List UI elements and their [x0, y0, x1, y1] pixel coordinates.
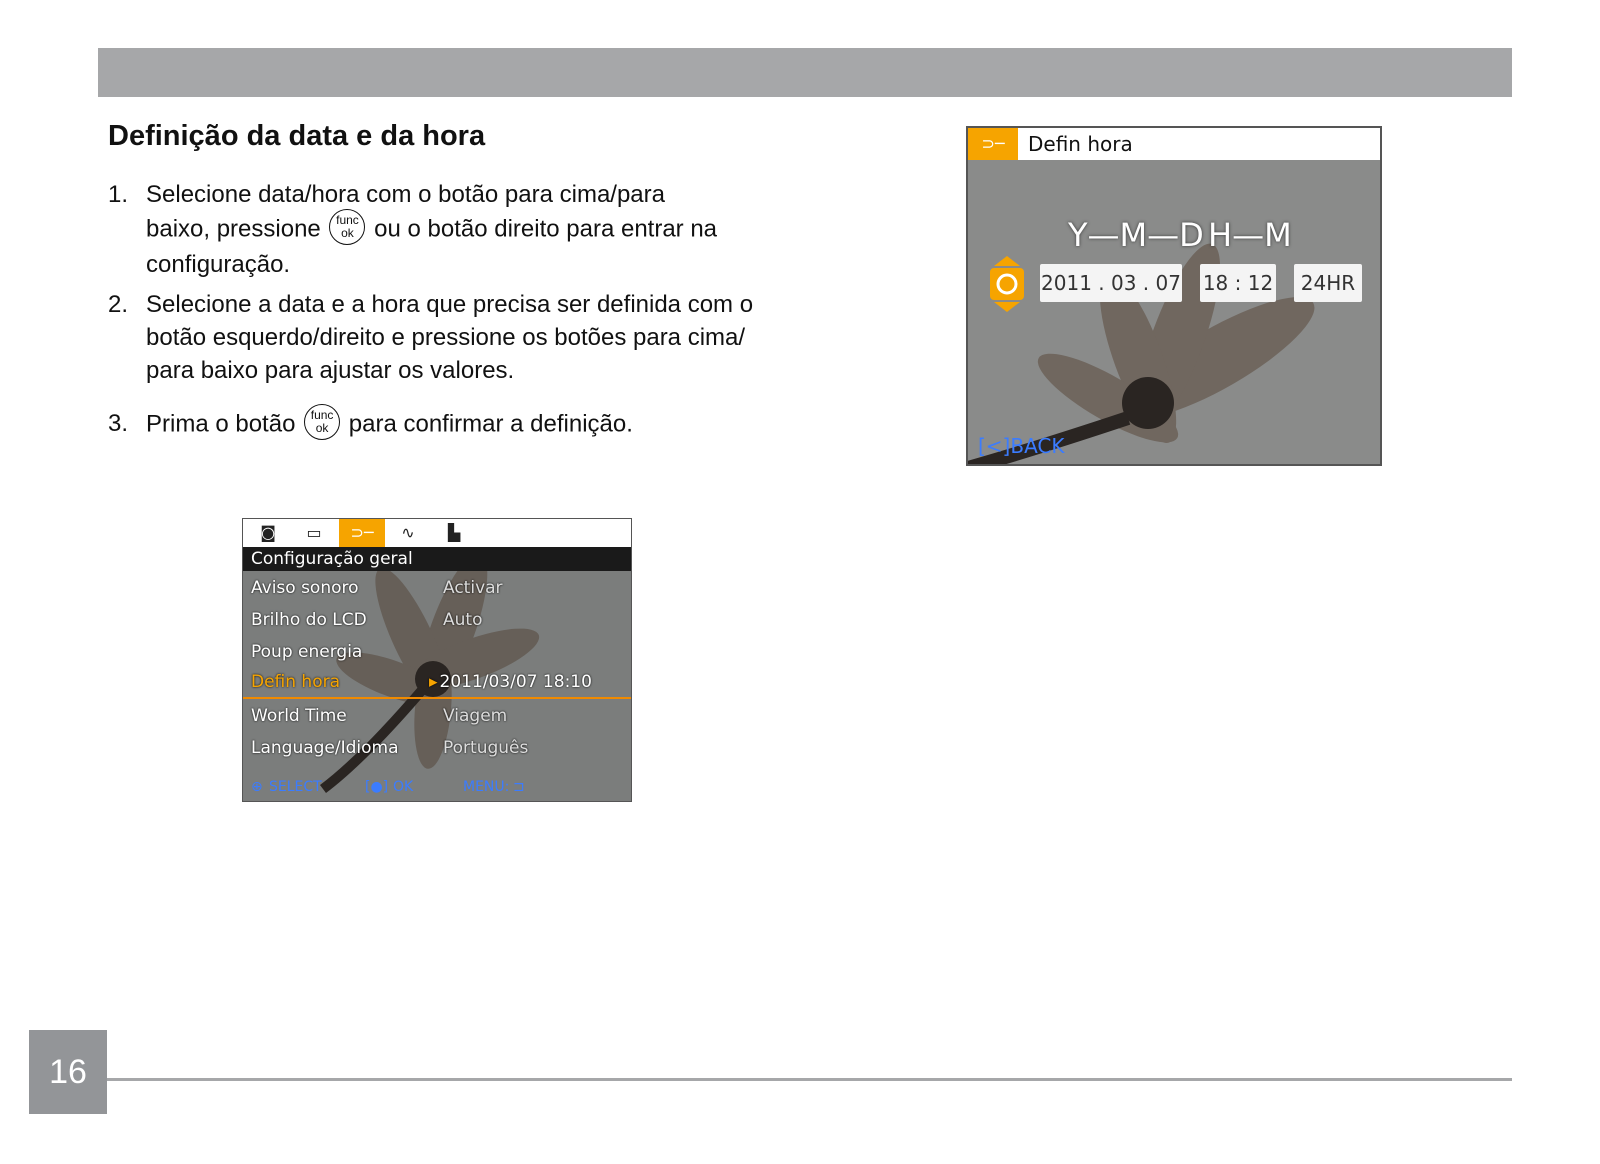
hour-value[interactable]: 18	[1203, 271, 1228, 295]
menu-row-label: World Time	[251, 706, 347, 726]
step-number: 3.	[108, 410, 129, 437]
screen-title: Defin hora	[1028, 132, 1133, 156]
wrench-icon: ⊃─	[968, 128, 1018, 160]
step-text: para confirmar a definição.	[348, 410, 633, 438]
step-text: configuração.	[146, 251, 291, 278]
menu-footer: ⊕ SELECT [●] OK MENU: ⊐	[243, 773, 631, 801]
camera-date-time-screen: ⊃─ Defin hora Y—M—D H—M 2011 . 03 . 07 1…	[966, 126, 1382, 466]
camera-icon[interactable]: ◙	[245, 519, 291, 547]
hm-label: H—M	[1208, 216, 1292, 254]
menu-row[interactable]: Poup energia	[243, 637, 631, 667]
day-value[interactable]: 07	[1156, 271, 1181, 295]
menu-row-label: Defin hora	[251, 672, 341, 692]
settings-tab-bar: ◙ ▭ ⊃─ ∿ ▙	[243, 519, 631, 547]
step-text: para baixo para ajustar os valores.	[146, 357, 515, 384]
film-icon[interactable]: ▭	[291, 519, 337, 547]
dpad-icon: ⊕	[251, 779, 263, 795]
step-text: ou o botão direito para entrar na	[374, 215, 718, 243]
time-field[interactable]: 18 : 12	[1200, 264, 1276, 302]
menu-row-value: Português	[443, 738, 529, 758]
screen-title-bar: ⊃─ Defin hora	[968, 128, 1380, 160]
menu-row[interactable]: World Time Viagem	[243, 701, 631, 731]
select-hint: SELECT	[269, 779, 322, 795]
step-text: botão esquerdo/direito e pressione os bo…	[146, 324, 746, 351]
menu-row[interactable]: Aviso sonoro Activar	[243, 573, 631, 603]
back-arrow-icon: [<]	[978, 434, 1011, 458]
footer-rule	[107, 1078, 1512, 1081]
instruction-list: 1. Selecione data/hora com o botão para …	[108, 178, 758, 443]
month-value[interactable]: 03	[1111, 271, 1136, 295]
ok-button-icon: [●]	[365, 779, 389, 795]
menu-row[interactable]: Brilho do LCD Auto	[243, 605, 631, 635]
menu-row-label: Brilho do LCD	[251, 610, 367, 630]
back-button[interactable]: [<]BACK	[978, 434, 1065, 458]
step-3: 3. Prima o botão func ok para confirmar a…	[108, 404, 758, 443]
menu-row-value: Activar	[443, 578, 503, 598]
printer-icon[interactable]: ▙	[431, 519, 477, 547]
menu-header: Configuração geral	[243, 547, 631, 571]
menu-row-selected[interactable]: Defin hora 2011/03/07 18:10	[243, 667, 631, 699]
header-bar	[98, 48, 1512, 97]
step-number: 1.	[108, 181, 129, 208]
year-value[interactable]: 2011	[1041, 271, 1092, 295]
return-icon: ⊐	[513, 779, 525, 795]
menu-hint: MENU:	[463, 779, 510, 795]
selection-arrows-icon	[990, 256, 1024, 312]
func-ok-button-icon: func ok	[329, 209, 366, 245]
menu-row-value: Viagem	[443, 706, 508, 726]
step-text: Selecione data/hora com o botão para cim…	[146, 181, 665, 208]
menu-row[interactable]: Language/Idioma Português	[243, 733, 631, 763]
func-ok-button-icon: func ok	[304, 404, 341, 440]
flower-background-image	[968, 243, 1315, 464]
minute-value[interactable]: 12	[1248, 271, 1273, 295]
ok-hint: OK	[393, 779, 414, 795]
ymd-label: Y—M—D	[1068, 216, 1204, 254]
wave-icon[interactable]: ∿	[385, 519, 431, 547]
section-heading: Definição da data e da hora	[108, 120, 486, 152]
step-2: 2. Selecione a data e a hora que precisa…	[108, 288, 758, 387]
step-text: baixo, pressione	[146, 215, 321, 243]
step-text: Prima o botão	[146, 410, 296, 438]
page-number: 16	[29, 1030, 107, 1114]
time-format-field[interactable]: 24HR	[1294, 264, 1362, 302]
wrench-icon[interactable]: ⊃─	[339, 519, 385, 547]
menu-row-label: Poup energia	[251, 642, 363, 662]
menu-row-value: 2011/03/07 18:10	[429, 667, 592, 697]
menu-row-label: Aviso sonoro	[251, 578, 359, 598]
date-field[interactable]: 2011 . 03 . 07	[1040, 264, 1182, 302]
step-text: Selecione a data e a hora que precisa se…	[146, 291, 754, 318]
menu-row-value: Auto	[443, 610, 483, 630]
step-1: 1. Selecione data/hora com o botão para …	[108, 178, 758, 282]
menu-row-label: Language/Idioma	[251, 738, 399, 758]
camera-settings-screen: ◙ ▭ ⊃─ ∿ ▙ Configuração geral Aviso sono…	[242, 518, 632, 802]
step-number: 2.	[108, 291, 129, 318]
